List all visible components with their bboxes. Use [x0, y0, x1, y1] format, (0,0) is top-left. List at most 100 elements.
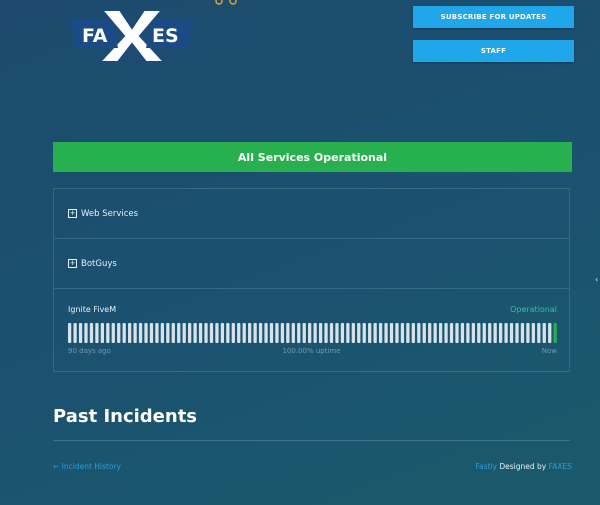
uptime-day-bar[interactable] [155, 323, 159, 343]
incident-history-link[interactable]: ← Incident History [53, 462, 121, 471]
uptime-day-bar[interactable] [553, 323, 557, 343]
uptime-day-bar[interactable] [318, 323, 323, 343]
faxes-logo[interactable]: FA ES [68, 6, 196, 64]
uptime-day-bar[interactable] [378, 323, 383, 343]
uptime-day-bar[interactable] [504, 323, 508, 343]
uptime-day-bar[interactable] [144, 323, 148, 343]
uptime-day-bar[interactable] [308, 323, 312, 343]
uptime-day-bar[interactable] [291, 323, 295, 343]
uptime-day-bar[interactable] [177, 323, 181, 343]
uptime-day-bar[interactable] [286, 323, 290, 343]
uptime-day-bar[interactable] [133, 323, 137, 343]
component-group-web-services[interactable]: + Web Services [54, 189, 569, 239]
uptime-day-bar[interactable] [171, 323, 175, 343]
uptime-day-bar[interactable] [68, 323, 72, 343]
uptime-day-bar[interactable] [531, 323, 535, 343]
uptime-day-bar[interactable] [237, 323, 241, 343]
uptime-day-bar[interactable] [95, 323, 99, 343]
uptime-day-bar[interactable] [73, 323, 77, 343]
uptime-day-bar[interactable] [422, 323, 426, 343]
uptime-day-bar[interactable] [346, 323, 350, 343]
uptime-day-bar[interactable] [209, 323, 214, 343]
uptime-day-bar[interactable] [138, 323, 143, 343]
uptime-day-bar[interactable] [226, 323, 230, 343]
uptime-day-bar[interactable] [384, 323, 388, 343]
uptime-day-bar[interactable] [204, 323, 208, 343]
uptime-day-bar[interactable] [428, 323, 432, 343]
uptime-day-bar[interactable] [542, 323, 546, 343]
uptime-day-bar[interactable] [498, 323, 503, 343]
uptime-day-bar[interactable] [373, 323, 377, 343]
uptime-day-bar[interactable] [220, 323, 225, 343]
uptime-day-bar[interactable] [128, 323, 132, 343]
uptime-day-bar[interactable] [198, 323, 203, 343]
uptime-day-bar[interactable] [302, 323, 306, 343]
component-group-botguys[interactable]: + BotGuys [54, 239, 569, 289]
uptime-day-bar[interactable] [433, 323, 437, 343]
uptime-day-bar[interactable] [526, 323, 530, 343]
uptime-day-bar[interactable] [231, 323, 235, 343]
uptime-day-bar[interactable] [482, 323, 486, 343]
uptime-day-bar[interactable] [520, 323, 525, 343]
uptime-day-bar[interactable] [438, 323, 443, 343]
uptime-day-bar[interactable] [100, 323, 104, 343]
powered-by-link[interactable]: Fastly [475, 462, 497, 471]
uptime-day-bar[interactable] [269, 323, 274, 343]
uptime-day-bar[interactable] [455, 323, 459, 343]
plus-square-icon[interactable]: + [68, 209, 77, 218]
uptime-day-bar[interactable] [280, 323, 285, 343]
uptime-day-bar[interactable] [362, 323, 366, 343]
uptime-day-bar[interactable] [509, 323, 514, 343]
subscribe-button[interactable]: SUBSCRIBE FOR UPDATES [413, 6, 574, 28]
uptime-day-bar[interactable] [166, 323, 170, 343]
uptime-day-bar[interactable] [313, 323, 317, 343]
staff-button[interactable]: STAFF [413, 40, 574, 62]
uptime-day-bar[interactable] [368, 323, 372, 343]
faxes-link[interactable]: FAXES [549, 462, 572, 471]
uptime-day-bar[interactable] [340, 323, 345, 343]
uptime-day-bar[interactable] [106, 323, 110, 343]
uptime-day-bar[interactable] [78, 323, 83, 343]
uptime-day-bar[interactable] [89, 323, 94, 343]
uptime-day-bar[interactable] [253, 323, 257, 343]
uptime-day-bar[interactable] [488, 323, 492, 343]
uptime-day-bar[interactable] [548, 323, 552, 343]
uptime-day-bar[interactable] [466, 323, 470, 343]
uptime-day-bar[interactable] [411, 323, 415, 343]
uptime-day-bar[interactable] [515, 323, 519, 343]
uptime-day-bar[interactable] [149, 323, 154, 343]
uptime-day-bar[interactable] [493, 323, 497, 343]
uptime-day-bar[interactable] [477, 323, 481, 343]
uptime-day-bar[interactable] [188, 323, 192, 343]
uptime-day-bar[interactable] [449, 323, 454, 343]
uptime-day-bar[interactable] [215, 323, 219, 343]
uptime-day-bar[interactable] [406, 323, 410, 343]
uptime-day-bar[interactable] [351, 323, 355, 343]
uptime-day-bar[interactable] [275, 323, 279, 343]
uptime-day-bar[interactable] [258, 323, 263, 343]
uptime-day-bar[interactable] [297, 323, 301, 343]
uptime-day-bar[interactable] [182, 323, 186, 343]
uptime-day-bar[interactable] [122, 323, 126, 343]
uptime-day-bar[interactable] [389, 323, 394, 343]
uptime-day-bar[interactable] [84, 323, 88, 343]
plus-square-icon[interactable]: + [68, 259, 77, 268]
uptime-day-bar[interactable] [537, 323, 541, 343]
uptime-day-bar[interactable] [264, 323, 268, 343]
uptime-day-bar[interactable] [117, 323, 121, 343]
uptime-day-bar[interactable] [417, 323, 421, 343]
uptime-day-bar[interactable] [248, 323, 252, 343]
uptime-day-bar[interactable] [324, 323, 328, 343]
uptime-day-bar[interactable] [471, 323, 475, 343]
uptime-day-bar[interactable] [400, 323, 405, 343]
uptime-day-bar[interactable] [160, 323, 165, 343]
uptime-day-bar[interactable] [444, 323, 448, 343]
uptime-day-bar[interactable] [193, 323, 197, 343]
uptime-day-bar[interactable] [111, 323, 115, 343]
uptime-day-bar[interactable] [329, 323, 334, 343]
uptime-day-bar[interactable] [357, 323, 361, 343]
uptime-day-bar[interactable] [242, 323, 246, 343]
uptime-day-bar[interactable] [395, 323, 399, 343]
uptime-day-bar[interactable] [335, 323, 339, 343]
uptime-day-bar[interactable] [460, 323, 465, 343]
